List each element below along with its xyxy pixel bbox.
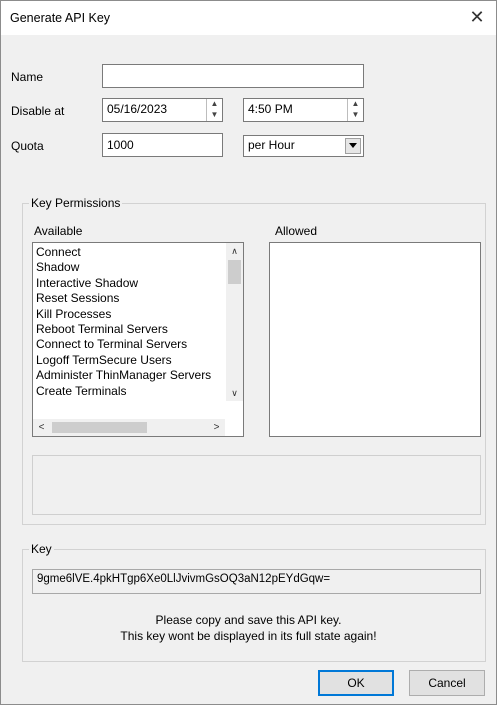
- available-list[interactable]: Connect Shadow Interactive Shadow Reset …: [32, 242, 244, 437]
- spin-down-icon[interactable]: ▼: [207, 110, 222, 121]
- list-item[interactable]: Reset Sessions: [36, 291, 211, 306]
- available-label: Available: [34, 224, 83, 238]
- period-value: per Hour: [248, 138, 295, 152]
- vertical-scroll-thumb[interactable]: [228, 260, 241, 284]
- time-picker[interactable]: 4:50 PM ▲ ▼: [243, 98, 364, 122]
- date-value: 05/16/2023: [107, 102, 168, 116]
- list-item[interactable]: Administer ThinManager Servers: [36, 368, 211, 383]
- key-note-line-2: This key wont be displayed in its full s…: [120, 629, 377, 643]
- allowed-list[interactable]: [269, 242, 481, 437]
- title-bar: Generate API Key ✕: [1, 1, 496, 35]
- period-select[interactable]: per Hour: [243, 135, 364, 157]
- api-key-value: 9gme6lVE.4pkHTgp6Xe0LlJvivmGsOQ3aN12pEYd…: [37, 573, 331, 585]
- scroll-down-icon[interactable]: ∨: [226, 385, 243, 401]
- list-item[interactable]: Shadow: [36, 260, 211, 275]
- api-key-field[interactable]: 9gme6lVE.4pkHTgp6Xe0LlJvivmGsOQ3aN12pEYd…: [32, 569, 481, 594]
- generate-api-key-dialog: Generate API Key ✕ Name Disable at 05/16…: [0, 0, 497, 705]
- disable-at-label: Disable at: [11, 104, 65, 118]
- list-item[interactable]: Reboot Terminal Servers: [36, 322, 211, 337]
- key-legend: Key: [29, 542, 54, 556]
- vertical-scrollbar[interactable]: ∧ ∨: [226, 243, 243, 401]
- permission-description-area: [32, 455, 481, 515]
- quota-label: Quota: [11, 139, 44, 153]
- key-note-line-1: Please copy and save this API key.: [155, 613, 342, 627]
- quota-input[interactable]: [102, 133, 223, 157]
- key-permissions-legend: Key Permissions: [29, 196, 123, 210]
- list-item[interactable]: Connect to Terminal Servers: [36, 337, 211, 352]
- ok-button[interactable]: OK: [318, 670, 394, 696]
- list-item[interactable]: Connect: [36, 245, 211, 260]
- key-group: Key: [22, 542, 486, 662]
- scroll-left-icon[interactable]: <: [33, 419, 50, 436]
- horizontal-scrollbar[interactable]: < >: [33, 419, 225, 436]
- spin-up-icon[interactable]: ▲: [348, 99, 363, 110]
- spin-down-icon[interactable]: ▼: [348, 110, 363, 121]
- horizontal-scroll-thumb[interactable]: [52, 422, 147, 433]
- allowed-label: Allowed: [275, 224, 318, 238]
- list-item[interactable]: Kill Processes: [36, 307, 211, 322]
- spin-up-icon[interactable]: ▲: [207, 99, 222, 110]
- name-label: Name: [11, 70, 44, 84]
- time-spinner[interactable]: ▲ ▼: [347, 99, 363, 121]
- list-item[interactable]: Logoff TermSecure Users: [36, 353, 211, 368]
- list-item[interactable]: Interactive Shadow: [36, 276, 211, 291]
- window-title: Generate API Key: [10, 11, 111, 25]
- close-icon[interactable]: ✕: [466, 5, 488, 29]
- cancel-button[interactable]: Cancel: [409, 670, 485, 696]
- name-input[interactable]: [102, 64, 364, 88]
- date-picker[interactable]: 05/16/2023 ▲ ▼: [102, 98, 223, 122]
- scroll-right-icon[interactable]: >: [208, 419, 225, 436]
- time-value: 4:50 PM: [248, 102, 293, 116]
- date-spinner[interactable]: ▲ ▼: [206, 99, 222, 121]
- available-items: Connect Shadow Interactive Shadow Reset …: [36, 245, 211, 399]
- scroll-up-icon[interactable]: ∧: [226, 243, 243, 259]
- chevron-down-icon[interactable]: [345, 138, 361, 154]
- list-item[interactable]: Create Terminals: [36, 384, 211, 399]
